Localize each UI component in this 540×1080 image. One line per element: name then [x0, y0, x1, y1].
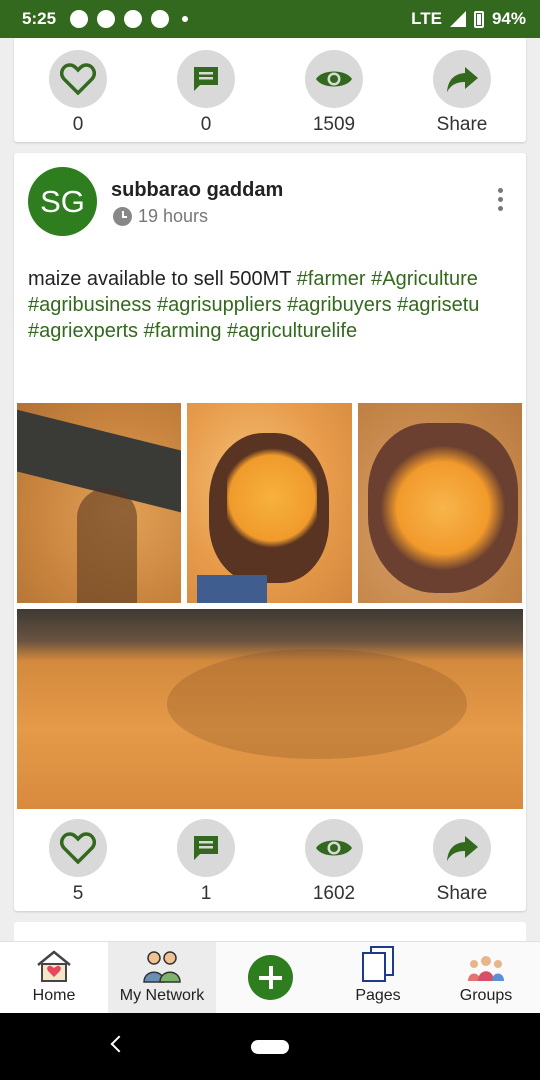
nav-add[interactable] — [216, 942, 324, 1013]
share-action[interactable]: Share — [400, 50, 524, 136]
hashtag[interactable]: #farmer — [297, 268, 366, 290]
post-body: maize available to sell 500MT — [28, 268, 292, 290]
previous-post-actions: 0 0 1509 Share — [14, 38, 526, 142]
hashtag[interactable]: #farming — [144, 320, 222, 342]
post-header: SG subbarao gaddam 19 hours — [14, 153, 526, 248]
like-action[interactable]: 0 — [16, 50, 140, 136]
comment-action[interactable]: 0 — [144, 50, 268, 136]
nav-pages-label: Pages — [355, 987, 401, 1004]
views-count: 1602 — [312, 883, 356, 904]
author-name[interactable]: subbarao gaddam — [111, 179, 283, 202]
nav-groups-label: Groups — [459, 987, 513, 1004]
nav-groups[interactable]: Groups — [432, 942, 540, 1013]
signal-icon — [449, 11, 466, 27]
bottom-nav: Home My Network Pages Groups — [0, 941, 540, 1013]
post-time-text: 19 hours — [138, 206, 209, 226]
chat-notification-icon — [70, 10, 89, 28]
post-time: 19 hours — [113, 206, 208, 227]
views-action: 1509 — [272, 50, 396, 136]
groups-icon — [468, 956, 504, 981]
hashtag[interactable]: #Agriculture — [371, 268, 478, 290]
hashtag[interactable]: #agrisetu — [397, 294, 479, 316]
share-action[interactable]: Share — [400, 819, 524, 905]
clock-icon — [113, 207, 132, 226]
comment-icon[interactable] — [177, 819, 235, 877]
notification-icons — [70, 10, 189, 28]
hashtag[interactable]: #agriculturelife — [227, 320, 357, 342]
hashtag[interactable]: #agrisuppliers — [157, 294, 282, 316]
hashtag[interactable]: #agribuyers — [287, 294, 392, 316]
add-post-icon[interactable] — [247, 955, 293, 1000]
avatar[interactable]: SG — [28, 167, 97, 236]
post-photo[interactable] — [358, 403, 522, 603]
post-text: maize available to sell 500MT #farmer #A… — [14, 248, 526, 344]
battery-icon — [473, 10, 484, 28]
nav-my-network[interactable]: My Network — [108, 942, 216, 1013]
network-people-icon — [143, 951, 181, 983]
post-actions: 5 1 1602 Share — [14, 811, 526, 905]
views-action: 1602 — [272, 819, 396, 905]
eye-icon — [305, 50, 363, 108]
share-label: Share — [436, 883, 488, 904]
app-notification-icon — [124, 10, 143, 28]
comment-action[interactable]: 1 — [144, 819, 268, 905]
pages-icon — [362, 946, 394, 982]
back-icon[interactable] — [110, 1035, 128, 1053]
sync-notification-icon — [151, 10, 170, 28]
heart-icon[interactable] — [49, 819, 107, 877]
whatsapp-notification-icon — [97, 10, 116, 28]
eye-icon — [305, 819, 363, 877]
status-right: LTE 94% — [411, 9, 526, 29]
comment-icon[interactable] — [177, 50, 235, 108]
nav-home-label: Home — [32, 987, 76, 1004]
share-label: Share — [436, 114, 488, 135]
network-type: LTE — [411, 9, 442, 28]
like-count: 0 — [72, 114, 84, 135]
nav-network-label: My Network — [119, 987, 205, 1004]
comment-count: 0 — [200, 114, 212, 135]
heart-icon[interactable] — [49, 50, 107, 108]
battery-level: 94% — [491, 9, 526, 28]
share-arrow-icon[interactable] — [433, 50, 491, 108]
home-pill-icon[interactable] — [251, 1040, 289, 1054]
share-arrow-icon[interactable] — [433, 819, 491, 877]
comment-count: 1 — [200, 883, 212, 904]
like-action[interactable]: 5 — [16, 819, 140, 905]
views-count: 1509 — [312, 114, 356, 135]
post-photo[interactable] — [17, 609, 523, 809]
post-photo[interactable] — [17, 403, 181, 603]
hashtag[interactable]: #agriexperts — [28, 320, 138, 342]
more-notifications-icon — [182, 16, 189, 22]
status-time: 5:25 — [22, 9, 57, 28]
hashtag[interactable]: #agribusiness — [28, 294, 151, 316]
post-photo[interactable] — [187, 403, 352, 603]
nav-home[interactable]: Home — [0, 942, 108, 1013]
nav-pages[interactable]: Pages — [324, 942, 432, 1013]
system-nav-bar — [0, 1013, 540, 1080]
home-icon — [37, 950, 71, 982]
status-bar: 5:25 LTE 94% — [0, 0, 540, 38]
more-options-icon[interactable] — [498, 188, 504, 211]
like-count: 5 — [72, 883, 84, 904]
